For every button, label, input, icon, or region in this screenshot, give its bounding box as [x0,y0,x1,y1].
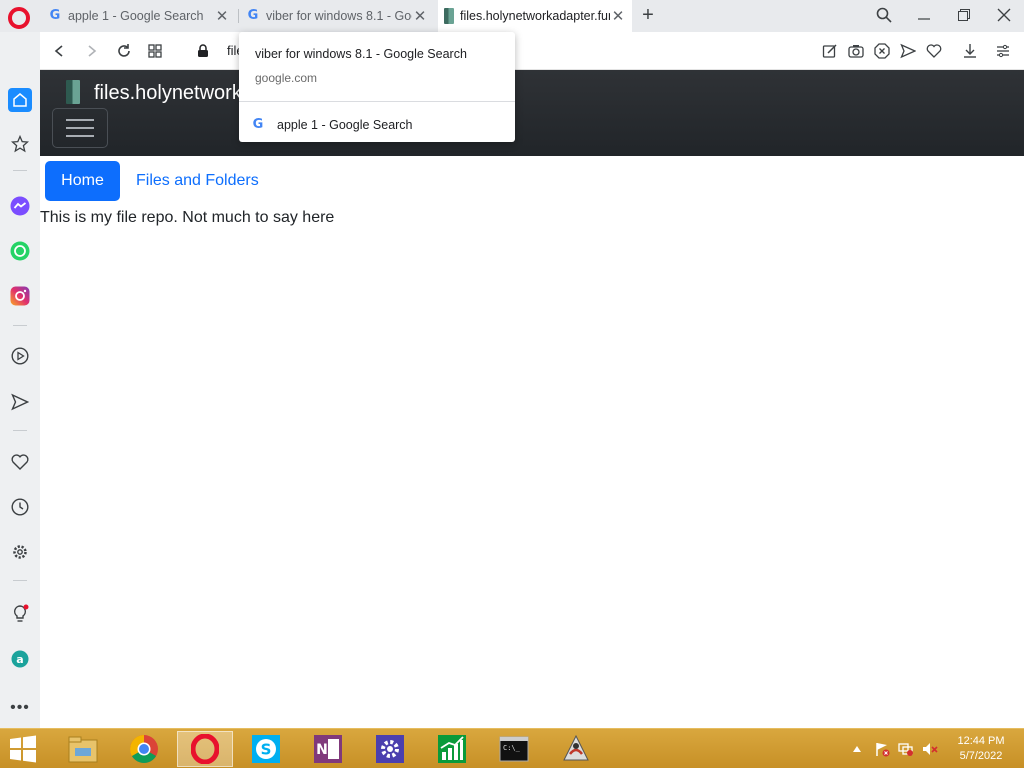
minimize-button[interactable] [911,4,937,26]
close-window-button[interactable] [991,4,1017,26]
file-explorer-icon[interactable] [55,731,111,767]
preview-recent-item[interactable]: G apple 1 - Google Search [251,117,413,133]
aria-icon[interactable]: a [8,647,32,671]
site-brand[interactable]: files.holynetwork [94,82,242,105]
bookmarks-icon[interactable] [8,132,32,156]
system-clock[interactable]: 12:44 PM 5/7/2022 [944,734,1018,764]
site-favicon-icon [444,8,454,24]
onenote-icon[interactable]: N [300,731,356,767]
whatsapp-icon[interactable] [8,239,32,263]
page-body-text: This is my file repo. Not much to say he… [40,209,335,226]
tab-search-icon[interactable] [871,4,897,26]
stock-chart-icon[interactable] [424,731,480,767]
site-logo-icon [66,80,80,104]
restore-button[interactable] [951,4,977,26]
svg-text:a: a [16,653,23,666]
tab-files-site[interactable]: files.holynetworkadapter.fun ✕ [438,0,632,32]
tab-hover-preview: viber for windows 8.1 - Google Search go… [239,32,515,142]
sidebar-separator [13,580,27,581]
navbar-toggler-button[interactable] [52,108,108,148]
action-center-flag-icon[interactable] [874,741,890,757]
player-icon[interactable] [8,344,32,368]
skype-icon[interactable]: S [238,731,294,767]
volume-muted-icon[interactable] [922,741,938,757]
opera-menu-icon[interactable] [8,7,30,29]
new-tab-button[interactable]: + [638,4,658,26]
opera-taskbar-icon[interactable] [177,731,233,767]
java-app-icon[interactable] [548,731,604,767]
google-favicon-icon: G [252,117,264,132]
tab-apple-search[interactable]: G apple 1 - Google Search ✕ [42,0,236,32]
history-icon[interactable] [8,495,32,519]
settings-menu-icon[interactable] [992,40,1014,62]
settings-icon[interactable] [8,540,32,564]
tab-title: apple 1 - Google Search [68,9,204,23]
command-prompt-icon[interactable]: C:\_ [486,731,542,767]
show-hidden-icons-icon[interactable] [849,741,865,757]
preview-recent-label: apple 1 - Google Search [277,118,413,132]
hamburger-bar [66,135,94,137]
send-icon[interactable] [897,40,919,62]
tab-close-icon[interactable]: ✕ [412,7,428,25]
opera-sidebar: a ••• [0,32,40,728]
heart-icon[interactable] [8,450,32,474]
hamburger-bar [66,119,94,121]
settings-app-icon[interactable] [362,731,418,767]
reload-button[interactable] [113,40,135,62]
lightbulb-icon[interactable] [8,602,32,626]
sidebar-separator [13,325,27,326]
hamburger-bar [66,127,94,129]
chrome-icon[interactable] [116,731,172,767]
download-icon[interactable] [959,40,981,62]
network-icon[interactable] [898,741,914,757]
svg-text:N: N [316,742,328,758]
tab-separator [238,9,239,23]
svg-text:S: S [261,741,272,759]
svg-text:C:\_: C:\_ [503,744,521,752]
home-icon[interactable] [8,88,32,112]
sidebar-separator [13,170,27,171]
back-button[interactable] [49,40,71,62]
google-favicon-icon: G [247,8,259,23]
lock-icon[interactable] [192,40,214,62]
home-nav-button[interactable]: Home [45,161,120,201]
send-icon[interactable] [8,390,32,414]
tab-close-icon[interactable]: ✕ [610,7,626,25]
messenger-icon[interactable] [8,194,32,218]
heart-icon[interactable] [923,40,945,62]
tab-strip: G apple 1 - Google Search ✕ G viber for … [0,0,1024,32]
clock-date: 5/7/2022 [959,750,1003,762]
speed-dial-icon[interactable] [144,40,166,62]
easy-setup-icon[interactable] [819,40,841,62]
preview-domain: google.com [255,71,318,85]
windows-start-button[interactable] [8,735,38,763]
preview-divider [239,101,515,102]
files-and-folders-link[interactable]: Files and Folders [136,172,259,190]
instagram-icon[interactable] [8,284,32,308]
more-icon[interactable]: ••• [8,696,32,720]
tab-close-icon[interactable]: ✕ [214,7,230,25]
tab-title: viber for windows 8.1 - Google Search [266,9,412,23]
snapshot-icon[interactable] [845,40,867,62]
forward-button[interactable] [80,40,102,62]
sidebar-separator [13,430,27,431]
google-favicon-icon: G [49,8,61,23]
windows-taskbar: S N C:\_ 12:44 PM 5/7/2022 [0,728,1024,768]
adblock-icon[interactable] [871,40,893,62]
browser-toolbar: file [40,32,1024,70]
site-navbar: files.holynetwork [40,70,1024,156]
tab-viber-search[interactable]: G viber for windows 8.1 - Google Search … [240,0,434,32]
preview-title: viber for windows 8.1 - Google Search [255,47,467,61]
clock-time: 12:44 PM [957,735,1005,747]
tab-title: files.holynetworkadapter.fun [460,9,610,23]
